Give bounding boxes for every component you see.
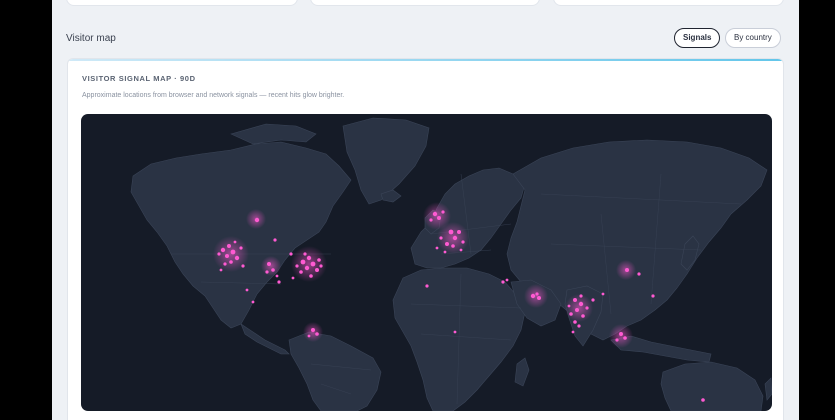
greenland xyxy=(342,117,430,205)
central-america xyxy=(240,323,290,355)
arctic-islands xyxy=(230,123,317,145)
toggle-by-country[interactable]: By country xyxy=(725,28,781,48)
world-map-svg xyxy=(130,117,772,411)
north-america xyxy=(130,141,352,329)
stat-card xyxy=(66,0,298,6)
south-america xyxy=(288,331,382,411)
card-description: Approximate locations from browser and n… xyxy=(82,92,345,99)
madagascar xyxy=(514,357,530,387)
section-title: Visitor map xyxy=(66,33,116,44)
stat-card xyxy=(553,0,784,6)
australia xyxy=(660,361,764,411)
world-map[interactable] xyxy=(81,114,772,411)
card-title: VISITOR SIGNAL MAP · 90D xyxy=(82,74,196,83)
page: Visitor map Signals By country VISITOR S… xyxy=(52,0,799,420)
card-accent-bar xyxy=(68,59,783,61)
stat-card xyxy=(310,0,540,6)
new-zealand xyxy=(764,377,772,401)
toggle-signals[interactable]: Signals xyxy=(674,28,721,48)
visitor-map-card: VISITOR SIGNAL MAP · 90D Approximate loc… xyxy=(67,58,784,420)
